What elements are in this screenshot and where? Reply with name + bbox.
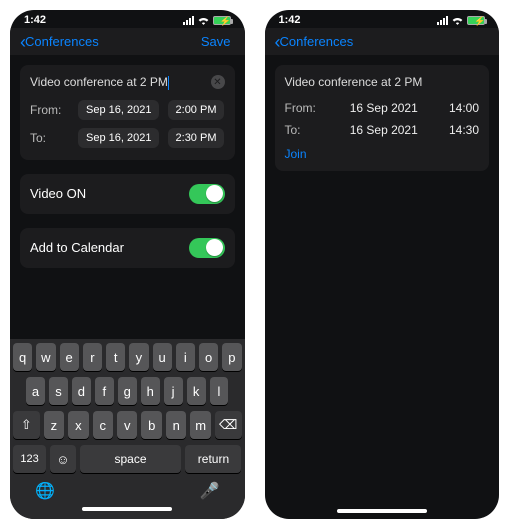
home-indicator (337, 509, 427, 513)
key-h[interactable]: h (141, 377, 160, 405)
to-date: 16 Sep 2021 (350, 123, 418, 137)
key-v[interactable]: v (117, 411, 137, 439)
join-button[interactable]: Join (285, 141, 480, 163)
from-time-picker[interactable]: 2:00 PM (168, 100, 225, 120)
key-j[interactable]: j (164, 377, 183, 405)
title-text: Video conference at 2 PM (285, 75, 423, 89)
from-time: 14:00 (443, 101, 479, 115)
home-indicator (82, 507, 172, 511)
key-n[interactable]: n (166, 411, 186, 439)
key-z[interactable]: z (44, 411, 64, 439)
key-i[interactable]: i (176, 343, 195, 371)
key-m[interactable]: m (190, 411, 210, 439)
from-date-picker[interactable]: Sep 16, 2021 (78, 100, 159, 120)
phone-view-screen: 1:42 ⚡ ‹ Conferences Video conference at… (265, 10, 500, 519)
status-icons: ⚡ (183, 15, 231, 25)
back-label: Conferences (280, 34, 354, 49)
signal-icon (183, 16, 194, 25)
key-f[interactable]: f (95, 377, 114, 405)
key-row-1: qwertyuiop (13, 343, 242, 371)
battery-icon: ⚡ (213, 16, 231, 25)
battery-icon: ⚡ (467, 16, 485, 25)
save-button[interactable]: Save (201, 34, 235, 49)
calendar-switch[interactable] (189, 238, 225, 258)
video-label: Video ON (30, 186, 86, 201)
text-cursor (168, 76, 169, 90)
key-s[interactable]: s (49, 377, 68, 405)
nav-bar: ‹ Conferences Save (10, 28, 245, 55)
delete-key[interactable]: ⌫ (215, 411, 242, 439)
key-l[interactable]: l (210, 377, 229, 405)
signal-icon (437, 16, 448, 25)
key-p[interactable]: p (222, 343, 241, 371)
title-text: Video conference at 2 PM (30, 75, 168, 89)
shift-key[interactable]: ⇧ (13, 411, 40, 439)
calendar-toggle-row: Add to Calendar (20, 228, 235, 268)
key-y[interactable]: y (129, 343, 148, 371)
key-x[interactable]: x (68, 411, 88, 439)
status-bar: 1:42 ⚡ (265, 10, 500, 28)
form-content: Video conference at 2 PM ✕ From: Sep 16,… (10, 55, 245, 292)
key-b[interactable]: b (141, 411, 161, 439)
status-icons: ⚡ (437, 15, 485, 25)
globe-icon[interactable]: 🌐 (35, 481, 55, 501)
from-label: From: (30, 103, 70, 117)
mic-icon[interactable]: 🎤 (200, 481, 220, 501)
video-switch[interactable] (189, 184, 225, 204)
calendar-label: Add to Calendar (30, 240, 124, 255)
back-button[interactable]: ‹ Conferences (275, 34, 354, 49)
key-q[interactable]: q (13, 343, 32, 371)
nav-bar: ‹ Conferences (265, 28, 500, 55)
details-card: Video conference at 2 PM From: 16 Sep 20… (275, 65, 490, 171)
back-button[interactable]: ‹ Conferences (20, 34, 99, 49)
back-label: Conferences (25, 34, 99, 49)
key-u[interactable]: u (153, 343, 172, 371)
key-t[interactable]: t (106, 343, 125, 371)
return-key[interactable]: return (185, 445, 241, 473)
key-d[interactable]: d (72, 377, 91, 405)
status-bar: 1:42 ⚡ (10, 10, 245, 28)
ios-keyboard: qwertyuiop asdfghjkl ⇧ zxcvbnm ⌫ 123 ☺ s… (10, 339, 245, 519)
key-e[interactable]: e (60, 343, 79, 371)
key-w[interactable]: w (36, 343, 55, 371)
title-input[interactable]: Video conference at 2 PM (30, 75, 169, 90)
view-content: Video conference at 2 PM From: 16 Sep 20… (265, 55, 500, 189)
details-card: Video conference at 2 PM ✕ From: Sep 16,… (20, 65, 235, 160)
key-g[interactable]: g (118, 377, 137, 405)
key-row-2: asdfghjkl (13, 377, 242, 405)
to-label: To: (285, 123, 325, 137)
from-date: 16 Sep 2021 (350, 101, 418, 115)
video-toggle-row: Video ON (20, 174, 235, 214)
to-label: To: (30, 131, 70, 145)
clear-text-icon[interactable]: ✕ (211, 75, 225, 89)
wifi-icon (197, 15, 210, 25)
key-r[interactable]: r (83, 343, 102, 371)
to-time: 14:30 (443, 123, 479, 137)
key-c[interactable]: c (93, 411, 113, 439)
space-key[interactable]: space (80, 445, 182, 473)
to-time-picker[interactable]: 2:30 PM (168, 128, 225, 148)
to-date-picker[interactable]: Sep 16, 2021 (78, 128, 159, 148)
numbers-key[interactable]: 123 (13, 445, 46, 473)
status-time: 1:42 (24, 14, 46, 26)
phone-edit-screen: 1:42 ⚡ ‹ Conferences Save Video conferen… (10, 10, 245, 519)
key-a[interactable]: a (26, 377, 45, 405)
key-o[interactable]: o (199, 343, 218, 371)
key-k[interactable]: k (187, 377, 206, 405)
emoji-key[interactable]: ☺ (50, 445, 75, 473)
status-time: 1:42 (279, 14, 301, 26)
from-label: From: (285, 101, 325, 115)
wifi-icon (451, 15, 464, 25)
key-row-3: ⇧ zxcvbnm ⌫ (13, 411, 242, 439)
